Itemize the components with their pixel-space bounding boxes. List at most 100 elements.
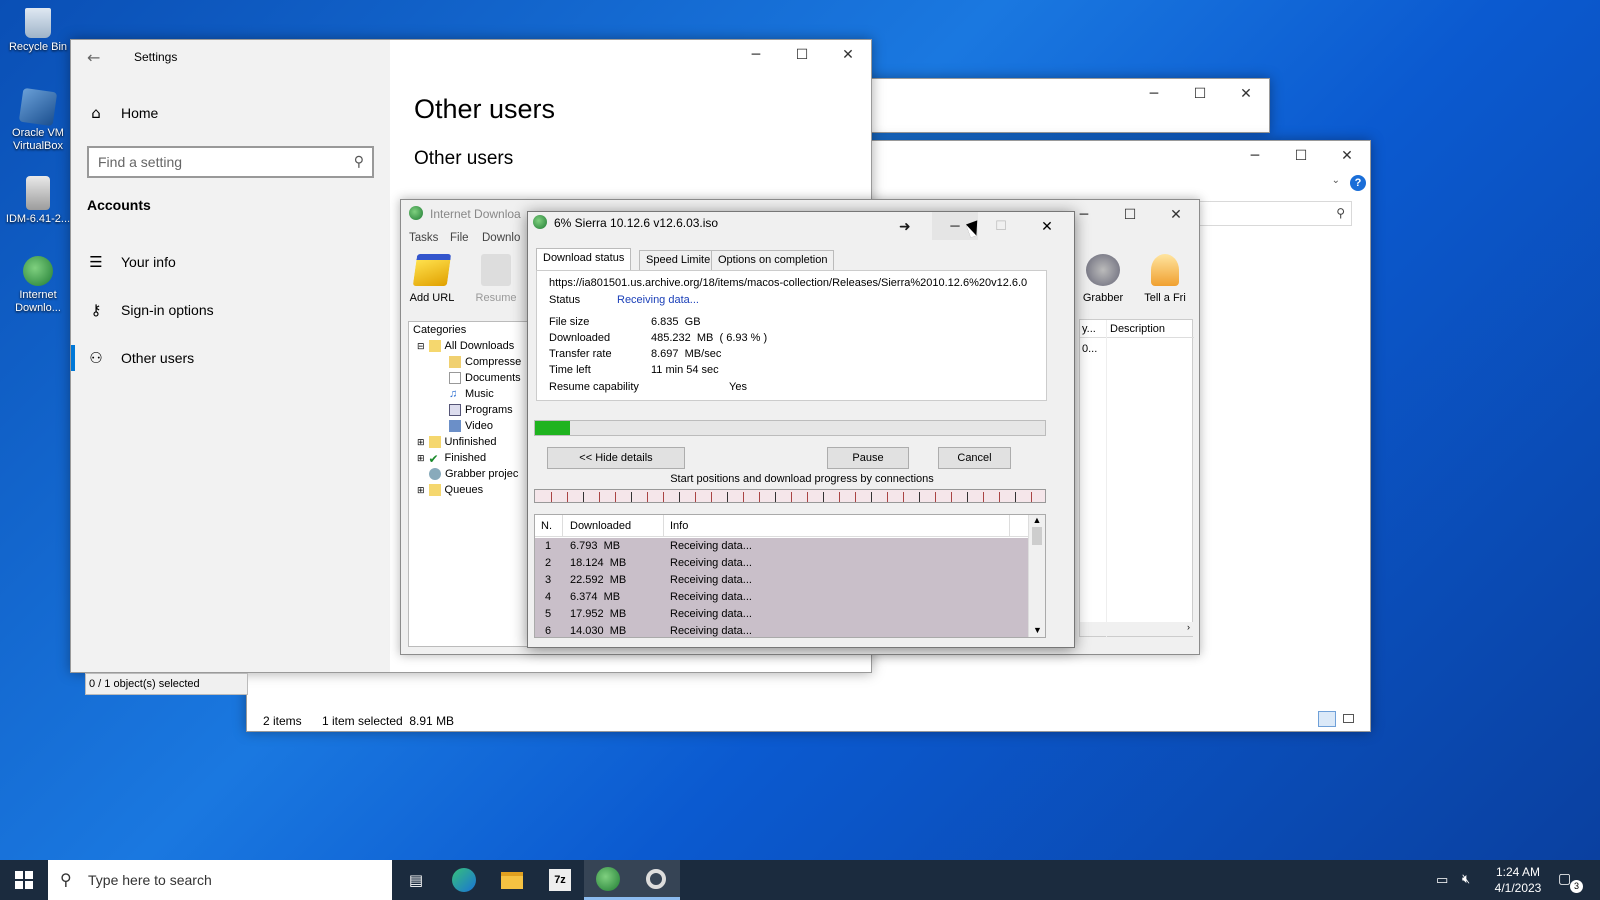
connection-segment-tick <box>759 492 760 502</box>
connections-table[interactable]: N. Downloaded Info 1 6.793 MB Receiving da… <box>534 514 1046 638</box>
column-header[interactable]: y... <box>1082 323 1096 335</box>
tab-download-status[interactable]: Download status <box>536 248 632 271</box>
nav-home[interactable]: ⌂ Home <box>87 104 158 122</box>
selected-indicator <box>71 345 75 371</box>
volume-muted-icon[interactable]: 🔇︎ <box>1462 871 1470 887</box>
maximize-icon[interactable]: ☐ <box>779 40 825 70</box>
column-header-description[interactable]: Description <box>1110 323 1165 335</box>
column-header-n[interactable]: N. <box>541 520 552 532</box>
status-panel: https://ia801501.us.archive.org/18/items… <box>536 270 1047 401</box>
scroll-down-icon[interactable]: ▼ <box>1029 625 1045 635</box>
grabber-label: Grabber <box>1082 292 1124 304</box>
table-row[interactable]: 1 6.793 MB Receiving data... <box>535 538 1029 555</box>
row-downloaded: 22.592 MB <box>570 574 627 586</box>
minimize-icon[interactable]: ─ <box>1232 141 1278 171</box>
back-arrow-icon[interactable]: ← <box>87 48 100 67</box>
menu-tasks[interactable]: Tasks <box>409 232 438 244</box>
download-list[interactable]: y... Description 0... › <box>1079 319 1194 638</box>
tree-all-downloads[interactable]: ⊟ All Downloads <box>417 340 514 352</box>
task-view-icon[interactable]: ▤ <box>392 860 440 900</box>
large-icons-view-icon[interactable] <box>1340 711 1358 727</box>
close-icon[interactable]: ✕ <box>1324 141 1370 171</box>
edge-icon[interactable] <box>440 860 488 900</box>
clock[interactable]: 1:24 AM 4/1/2023 <box>1488 864 1548 896</box>
tell-friend-button[interactable]: Tell a Fri <box>1136 254 1194 304</box>
help-icon[interactable]: ? <box>1350 175 1366 191</box>
idm-globe-icon <box>533 215 547 229</box>
pause-button[interactable]: Pause <box>827 447 909 469</box>
notification-count-badge: 3 <box>1570 880 1583 893</box>
tree-video[interactable]: Video <box>449 420 493 432</box>
tree-music[interactable]: ♫ Music <box>449 388 494 400</box>
close-icon[interactable]: ✕ <box>1223 79 1269 109</box>
connection-segment-tick <box>791 492 792 502</box>
network-icon[interactable]: ▭ <box>1436 872 1448 888</box>
download-progress-dialog[interactable]: 6% Sierra 10.12.6 v12.6.03.iso ➜ ─ ☐ ✕ D… <box>527 211 1075 648</box>
file-explorer-icon[interactable] <box>488 860 536 900</box>
idm-taskbar-icon[interactable] <box>584 860 632 900</box>
connection-segment-tick <box>615 492 616 502</box>
desktop-icon-virtualbox[interactable]: Oracle VM VirtualBox <box>2 87 74 153</box>
installer-icon <box>26 176 50 210</box>
column-header-info[interactable]: Info <box>670 520 688 532</box>
maximize-icon[interactable]: ☐ <box>1107 200 1153 230</box>
tree-compressed[interactable]: Compresse <box>449 356 521 368</box>
tree-programs[interactable]: Programs <box>449 404 513 416</box>
explorer-item-count: 2 items <box>263 714 302 728</box>
settings-gear-icon[interactable] <box>632 860 680 900</box>
start-button[interactable] <box>0 860 48 900</box>
chevron-down-icon[interactable]: ⌄ <box>1332 175 1340 186</box>
minimize-icon[interactable]: ─ <box>1131 79 1177 109</box>
background-window-1[interactable]: ─ ☐ ✕ <box>862 78 1270 133</box>
tab-speed-limiter[interactable]: Speed Limiter <box>639 250 721 270</box>
connection-segment-tick <box>583 492 584 502</box>
resume-button[interactable]: Resume <box>471 254 521 304</box>
horizontal-scrollbar[interactable]: › <box>1080 622 1194 636</box>
desktop-icon-idm-installer[interactable]: IDM-6.41-2... <box>2 176 74 226</box>
music-icon: ♫ <box>449 388 458 400</box>
nav-sign-in-options[interactable]: ⚷ Sign-in options <box>87 301 214 319</box>
categories-label: Categories <box>413 324 467 336</box>
menu-downloads[interactable]: Downlo <box>482 232 520 244</box>
close-icon[interactable]: ✕ <box>825 40 871 70</box>
grabber-button[interactable]: Grabber <box>1077 254 1129 304</box>
find-setting-input[interactable]: Find a setting ⚲ <box>87 146 374 178</box>
grabber-icon <box>1086 254 1120 286</box>
hide-details-button[interactable]: << Hide details <box>547 447 685 469</box>
desktop-icon-idm[interactable]: Internet Downlo... <box>2 256 74 315</box>
tree-documents[interactable]: Documents <box>449 372 521 384</box>
program-icon <box>449 404 461 416</box>
tree-finished[interactable]: ⊞ ✔ Finished <box>417 452 486 466</box>
cancel-button[interactable]: Cancel <box>938 447 1011 469</box>
details-view-icon[interactable] <box>1318 711 1336 727</box>
tree-unfinished[interactable]: ⊞ Unfinished <box>417 436 497 448</box>
7zip-icon[interactable]: 7z <box>536 860 584 900</box>
table-row[interactable]: 2 18.124 MB Receiving data... <box>535 555 1029 572</box>
add-url-button[interactable]: Add URL <box>407 254 457 304</box>
close-icon[interactable]: ✕ <box>1024 212 1070 240</box>
taskbar: ⚲ Type here to search ▤ 7z ▭ 🔇︎ 1:24 AM … <box>0 860 1600 900</box>
nav-other-users[interactable]: ⚇ Other users <box>87 349 194 367</box>
vertical-scrollbar[interactable]: ▲ ▼ <box>1028 515 1045 637</box>
column-header-downloaded[interactable]: Downloaded <box>570 520 631 532</box>
tree-grabber-projects[interactable]: Grabber projec <box>429 468 518 480</box>
scroll-up-icon[interactable]: ▲ <box>1029 515 1045 525</box>
minimize-icon[interactable]: ─ <box>733 40 779 70</box>
connection-segment-tick <box>775 492 776 502</box>
maximize-icon[interactable]: ☐ <box>1177 79 1223 109</box>
search-icon: ⚲ <box>353 153 364 169</box>
table-row[interactable]: 4 6.374 MB Receiving data... <box>535 589 1029 606</box>
tab-options-on-completion[interactable]: Options on completion <box>711 250 835 270</box>
taskbar-search-box[interactable]: ⚲ Type here to search <box>48 860 392 900</box>
connection-segment-tick <box>887 492 888 502</box>
close-icon[interactable]: ✕ <box>1153 200 1199 230</box>
table-row[interactable]: 6 14.030 MB Receiving data... <box>535 623 1029 637</box>
nav-your-info[interactable]: ☰ Your info <box>87 253 175 271</box>
desktop-icon-recycle-bin[interactable]: Recycle Bin <box>2 8 74 54</box>
scroll-thumb[interactable] <box>1032 527 1042 545</box>
maximize-icon[interactable]: ☐ <box>1278 141 1324 171</box>
tree-queues[interactable]: ⊞ Queues <box>417 484 483 496</box>
menu-file[interactable]: File <box>450 232 469 244</box>
table-row[interactable]: 3 22.592 MB Receiving data... <box>535 572 1029 589</box>
table-row[interactable]: 5 17.952 MB Receiving data... <box>535 606 1029 623</box>
